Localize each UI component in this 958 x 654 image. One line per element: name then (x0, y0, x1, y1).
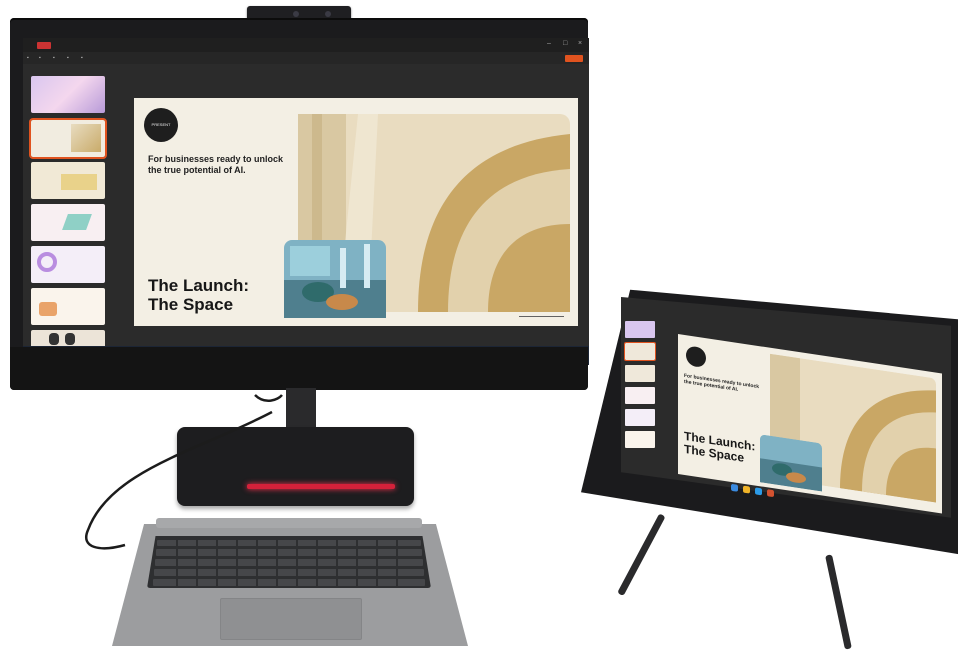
slide-tagline: For businesses ready to unlock the true … (684, 372, 760, 394)
portable-monitor: For businesses ready to unlock the true … (581, 287, 958, 650)
slide-footer: ▬▬▬▬▬▬▬▬▬▬▬▬▬▬▬ (519, 314, 564, 318)
file-explorer-icon[interactable] (743, 485, 750, 494)
tab-insert[interactable]: ▪ (53, 55, 55, 61)
tab-design[interactable]: ▪ (81, 55, 83, 61)
stand-led-strip (247, 484, 395, 489)
slide-thumbnail[interactable] (625, 409, 655, 426)
kickstand-leg (617, 513, 666, 597)
slide-thumbnail[interactable] (625, 365, 655, 382)
slide-title: The Launch: The Space (148, 276, 250, 314)
slide-thumbnail[interactable] (625, 431, 655, 448)
slide-title: The Launch: The Space (684, 428, 756, 465)
monitor-chin (10, 347, 588, 390)
edge-icon[interactable] (755, 487, 762, 496)
slide-tagline: For businesses ready to unlock the true … (148, 154, 284, 175)
tab-draw[interactable]: ▪ (67, 55, 69, 61)
autosave-badge[interactable] (37, 42, 51, 49)
slide-thumbnail[interactable] (625, 387, 655, 404)
laptop-touchpad[interactable] (220, 598, 362, 640)
minimize-icon[interactable]: – (547, 40, 553, 47)
current-slide[interactable]: PRESENT For businesses ready to unlock t… (134, 98, 578, 326)
slide-thumbnail[interactable] (31, 162, 105, 199)
maximize-icon[interactable]: □ (563, 40, 569, 47)
logo: PRESENT (144, 108, 178, 142)
slide-thumbnail[interactable] (625, 321, 655, 338)
monitor-stand-base (177, 427, 414, 506)
tab-home[interactable]: ▪ (39, 55, 41, 61)
slide-thumbnail[interactable] (624, 342, 656, 361)
lobby-photo (284, 240, 386, 318)
slide-thumbnail[interactable] (31, 76, 105, 113)
kickstand-leg (825, 554, 852, 650)
powerpoint-icon[interactable] (767, 489, 774, 498)
slide-thumbnail[interactable] (31, 204, 105, 241)
title-bar: – □ × (23, 38, 589, 52)
tab-file[interactable]: ▪ (27, 55, 29, 61)
laptop-keyboard[interactable] (147, 536, 431, 588)
laptop-hinge (156, 518, 422, 528)
slide-thumbnail-panel (29, 76, 107, 348)
main-monitor: – □ × ▪ ▪ ▪ ▪ ▪ PRESENT For businesses r… (10, 18, 589, 390)
windows-start-icon[interactable] (731, 483, 738, 492)
lobby-photo (760, 434, 822, 492)
slide-thumbnail[interactable] (29, 118, 107, 159)
ribbon-tabs: ▪ ▪ ▪ ▪ ▪ (23, 52, 589, 64)
slide-thumbnail[interactable] (31, 288, 105, 325)
logo (686, 345, 706, 369)
slide-thumbnail[interactable] (31, 246, 105, 283)
share-button[interactable] (565, 55, 583, 62)
close-icon[interactable]: × (578, 40, 584, 47)
main-screen: – □ × ▪ ▪ ▪ ▪ ▪ PRESENT For businesses r… (23, 38, 589, 365)
